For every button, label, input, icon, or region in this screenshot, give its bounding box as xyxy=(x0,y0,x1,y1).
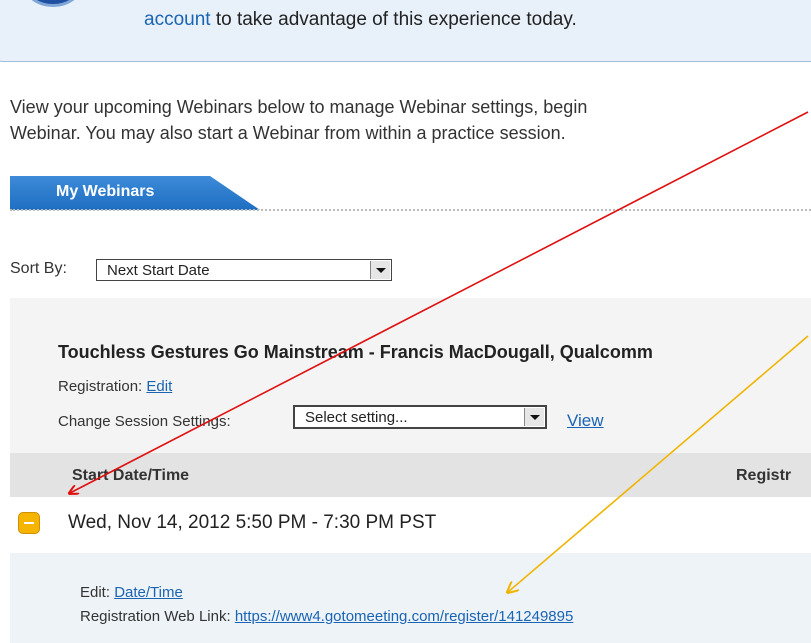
registration-web-link[interactable]: https://www4.gotomeeting.com/register/14… xyxy=(235,608,574,625)
session-settings-label: Change Session Settings: xyxy=(58,413,231,430)
session-date-time: Wed, Nov 14, 2012 5:50 PM - 7:30 PM PST xyxy=(68,512,437,533)
registration-label: Registration: xyxy=(58,378,143,395)
sort-by-select[interactable]: Next Start Date xyxy=(96,259,392,281)
sort-by-value: Next Start Date xyxy=(107,262,210,279)
upgrade-notice-banner: account to take advantage of this experi… xyxy=(0,0,811,62)
session-settings-select[interactable]: Select setting... xyxy=(293,405,547,429)
info-icon xyxy=(25,0,81,7)
intro-text: View your upcoming Webinars below to man… xyxy=(10,94,587,146)
registration-web-link-line: Registration Web Link: https://www4.goto… xyxy=(80,608,573,625)
sort-by-label: Sort By: xyxy=(10,260,67,277)
edit-line: Edit: Date/Time xyxy=(80,584,183,601)
intro-line-1: View your upcoming Webinars below to man… xyxy=(10,97,588,117)
view-settings-link[interactable]: View xyxy=(567,411,604,431)
chevron-down-icon[interactable] xyxy=(524,408,544,426)
registration-web-link-label: Registration Web Link: xyxy=(80,608,231,625)
chevron-down-icon[interactable] xyxy=(370,261,390,279)
account-link[interactable]: account xyxy=(144,9,211,30)
notice-text: account to take advantage of this experi… xyxy=(144,9,577,31)
tab-divider xyxy=(10,209,811,211)
column-header-start-date[interactable]: Start Date/Time xyxy=(72,467,189,485)
notice-message: to take advantage of this experience tod… xyxy=(215,9,577,30)
edit-label: Edit: xyxy=(80,584,111,601)
registration-edit-link[interactable]: Edit xyxy=(146,378,172,395)
webinar-title: Touchless Gestures Go Mainstream - Franc… xyxy=(58,342,653,362)
intro-line-2: Webinar. You may also start a Webinar fr… xyxy=(10,123,566,143)
session-settings-value: Select setting... xyxy=(305,409,408,426)
tab-my-webinars[interactable]: My Webinars xyxy=(10,176,260,210)
column-header-registration[interactable]: Registr xyxy=(736,467,791,485)
collapse-toggle-icon[interactable] xyxy=(18,512,40,534)
tab-label: My Webinars xyxy=(56,183,155,200)
registration-line: Registration: Edit xyxy=(58,378,172,395)
edit-date-time-link[interactable]: Date/Time xyxy=(114,584,183,601)
